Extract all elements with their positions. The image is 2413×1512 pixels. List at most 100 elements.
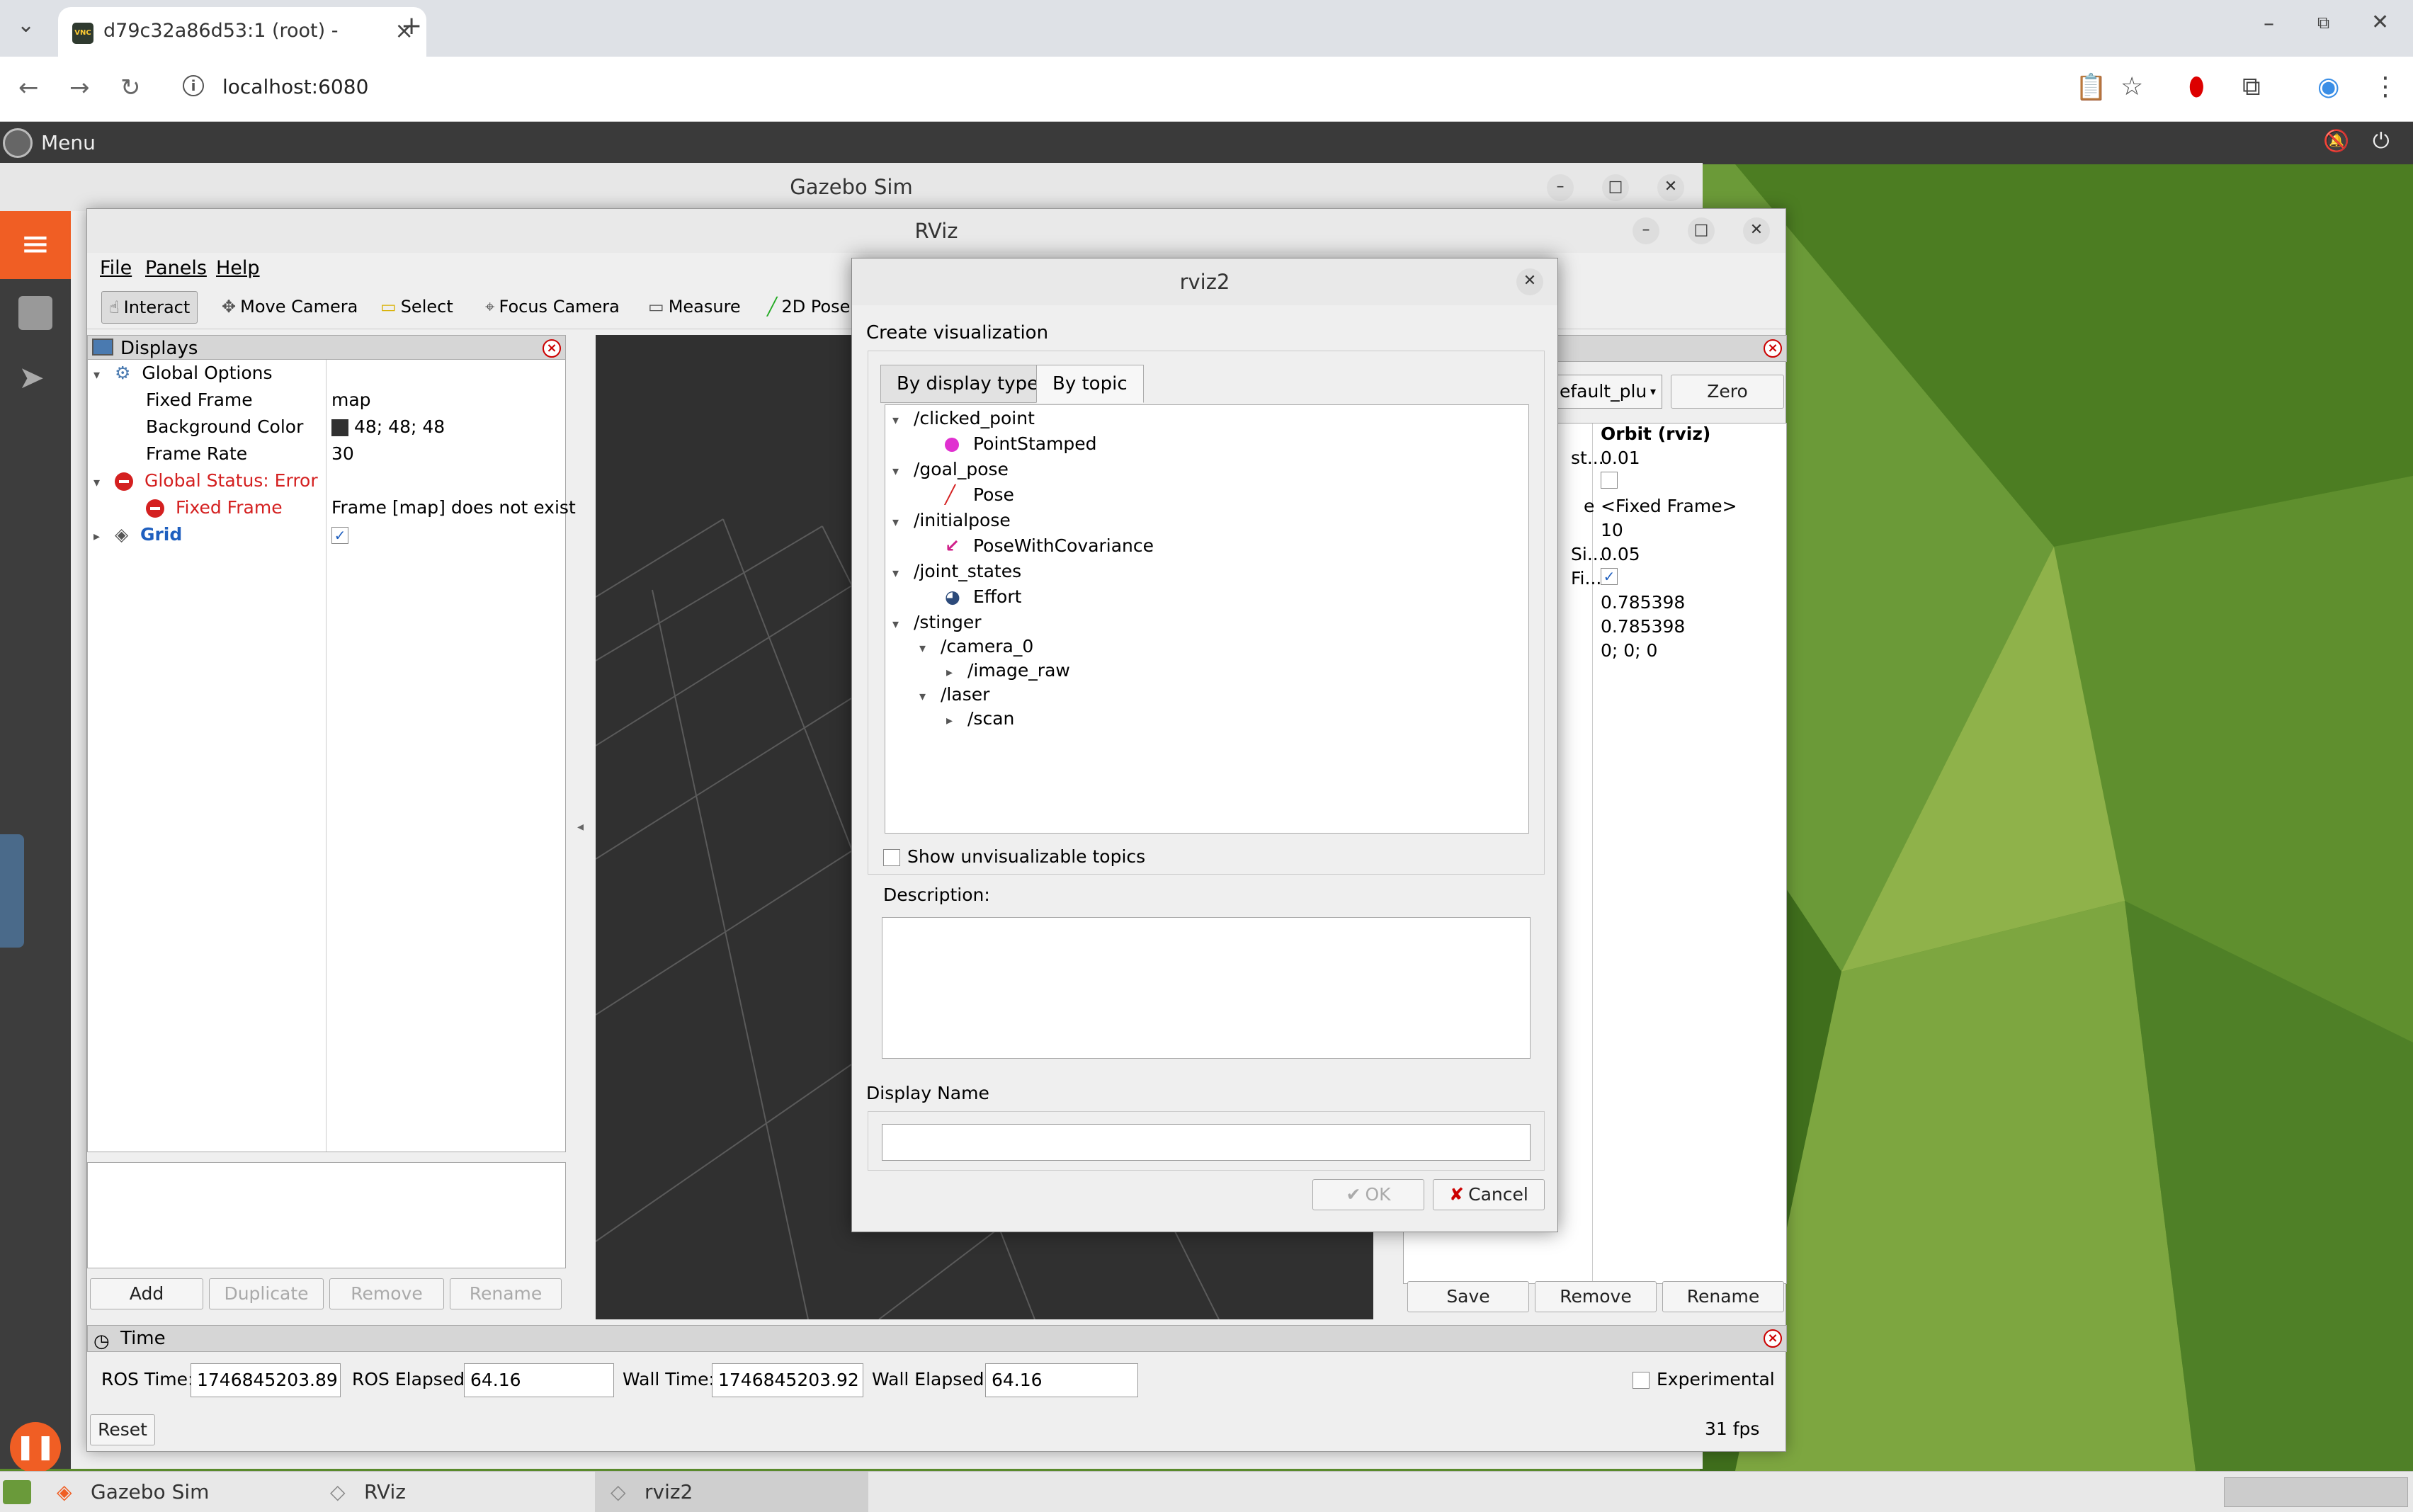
menu-help[interactable]: Help (216, 257, 260, 279)
tool-measure[interactable]: ▭ Measure (641, 291, 748, 324)
displays-close-icon[interactable]: × (543, 339, 561, 358)
tab-search-icon[interactable]: ⌄ (17, 13, 35, 38)
url-field[interactable]: localhost:6080 (222, 75, 368, 98)
focal-shape-fixed-checkbox[interactable]: ✓ (1601, 568, 1618, 585)
focal-shape-size-value[interactable]: 0.05 (1601, 544, 1640, 564)
pitch-value[interactable]: 0.785398 (1601, 616, 1685, 637)
splitter-handle-icon[interactable]: ◂ (577, 819, 584, 834)
display-name-input[interactable] (882, 1124, 1531, 1161)
tab-by-display-type[interactable]: By display type (880, 365, 1055, 403)
remove-view-button[interactable]: Remove (1535, 1281, 1657, 1312)
menu-label[interactable]: Menu (41, 131, 96, 154)
tool-select[interactable]: ▭ Select (373, 291, 460, 324)
extensions-icon[interactable]: ⧉ (2242, 72, 2261, 102)
topic-row-laser[interactable]: ▾/laser (919, 683, 989, 707)
tree-row-global-options[interactable]: ▾ ⚙ Global Options (93, 360, 273, 387)
topic-row-camera-0[interactable]: ▾/camera_0 (919, 635, 1033, 659)
background-color-value[interactable]: 48; 48; 48 (331, 414, 445, 440)
topic-row-scan[interactable]: ▸/scan (946, 707, 1014, 731)
yaw-value[interactable]: 0.785398 (1601, 592, 1685, 613)
topic-row-stinger[interactable]: ▾/stinger (892, 610, 982, 635)
expand-arrow-icon[interactable]: ▾ (93, 362, 115, 389)
rename-view-button[interactable]: Rename (1662, 1281, 1784, 1312)
gazebo-pause-icon[interactable]: ❚❚ (10, 1422, 61, 1473)
gazebo-side-handle[interactable] (0, 834, 24, 948)
tree-row-fixed-frame-error[interactable]: Fixed Frame (146, 494, 283, 521)
topic-row-initialpose[interactable]: ▾/initialpose (892, 508, 1011, 533)
ros-time-field[interactable]: 1746845203.89 (191, 1363, 341, 1397)
grid-enabled-checkbox[interactable]: ✓ (331, 521, 348, 548)
save-view-button[interactable]: Save (1407, 1281, 1529, 1312)
topic-row-image-raw[interactable]: ▸/image_raw (946, 659, 1070, 683)
gazebo-cube-icon[interactable] (18, 296, 52, 330)
notifications-icon[interactable]: 🔕 (2323, 129, 2349, 154)
experimental-checkbox[interactable]: Experimental (1633, 1369, 1775, 1389)
dialog-close-icon[interactable]: ✕ (1516, 268, 1543, 295)
menu-file[interactable]: File (100, 257, 132, 279)
restore-icon[interactable]: ⧉ (2317, 13, 2329, 33)
new-tab-icon[interactable]: + (401, 11, 422, 40)
zero-button[interactable]: Zero (1671, 375, 1784, 409)
distance-value[interactable]: 10 (1601, 520, 1623, 540)
reload-icon[interactable]: ↻ (120, 74, 141, 102)
ros-elapsed-field[interactable]: 64.16 (464, 1363, 614, 1397)
taskbar-rviz[interactable]: ◇ RViz (314, 1472, 591, 1512)
cancel-button[interactable]: ✘ Cancel (1433, 1179, 1545, 1210)
profile-icon[interactable]: ◉ (2317, 72, 2339, 101)
clipboard-icon[interactable]: 📋 (2075, 72, 2107, 102)
back-icon[interactable]: ← (18, 74, 39, 102)
tree-row-fixed-frame[interactable]: Fixed Frame (146, 387, 253, 414)
focal-point-value[interactable]: 0; 0; 0 (1601, 640, 1657, 661)
browser-tab[interactable]: VNC d79c32a86d53:1 (root) - × (58, 7, 426, 57)
gazebo-close-icon[interactable]: ✕ (1657, 174, 1684, 201)
tool-2d-pose[interactable]: ╱ 2D Pose (760, 291, 857, 324)
topic-row-effort[interactable]: ◕ Effort (945, 585, 1021, 609)
expand-arrow-icon[interactable]: ▾ (892, 562, 914, 586)
expand-arrow-icon[interactable]: ▾ (919, 637, 941, 661)
gazebo-maximize-icon[interactable]: □ (1602, 174, 1629, 201)
workspace-switcher[interactable] (2224, 1477, 2408, 1507)
remove-display-button[interactable]: Remove (329, 1278, 444, 1309)
topic-row-clicked-point[interactable]: ▾/clicked_point (892, 407, 1035, 431)
menu-panels[interactable]: Panels (145, 257, 207, 279)
topic-row-goal-pose[interactable]: ▾/goal_pose (892, 457, 1009, 482)
forward-icon[interactable]: → (69, 74, 90, 102)
expand-arrow-icon[interactable]: ▾ (93, 470, 115, 496)
topic-row-pose[interactable]: ╱ Pose (945, 483, 1014, 507)
opera-extension-icon[interactable]: ⬮ (2188, 72, 2205, 102)
gazebo-minimize-icon[interactable]: – (1547, 174, 1574, 201)
tool-interact[interactable]: ☝ Interact (101, 291, 198, 324)
tree-row-frame-rate[interactable]: Frame Rate (146, 440, 247, 467)
expand-arrow-icon[interactable]: ▾ (892, 409, 914, 433)
frame-rate-value[interactable]: 30 (331, 440, 354, 467)
tree-row-grid[interactable]: ▸ ◈ Grid (93, 521, 182, 548)
wall-time-field[interactable]: 1746845203.92 (712, 1363, 863, 1397)
expand-arrow-icon[interactable]: ▾ (892, 613, 914, 637)
rename-display-button[interactable]: Rename (450, 1278, 562, 1309)
near-clip-value[interactable]: 0.01 (1601, 448, 1640, 468)
tab-by-topic[interactable]: By topic (1036, 365, 1144, 403)
rviz-close-icon[interactable]: ✕ (1743, 217, 1770, 244)
expand-arrow-icon[interactable]: ▾ (919, 685, 941, 709)
add-display-button[interactable]: Add (90, 1278, 203, 1309)
gazebo-select-arrow-icon[interactable]: ➤ (18, 360, 45, 396)
collapse-arrow-icon[interactable]: ▸ (93, 523, 115, 550)
topic-row-joint-states[interactable]: ▾/joint_states (892, 559, 1021, 584)
tool-focus-camera[interactable]: ⌖ Focus Camera (478, 291, 627, 324)
reset-button[interactable]: Reset (90, 1414, 155, 1445)
expand-arrow-icon[interactable]: ▾ (892, 460, 914, 484)
taskbar-gazebo[interactable]: ◈ Gazebo Sim (41, 1472, 310, 1512)
rviz-minimize-icon[interactable]: – (1633, 217, 1659, 244)
ok-button[interactable]: ✔ OK (1312, 1179, 1424, 1210)
view-type-combo[interactable]: efault_plu ▾ (1556, 375, 1662, 409)
collapse-arrow-icon[interactable]: ▸ (946, 661, 967, 685)
views-close-icon[interactable]: × (1764, 339, 1782, 358)
tree-row-global-status[interactable]: ▾ Global Status: Error (93, 467, 318, 494)
fixed-frame-value[interactable]: map (331, 387, 371, 414)
show-unvisualizable-checkbox[interactable]: Show unvisualizable topics (883, 846, 1145, 867)
expand-arrow-icon[interactable]: ▾ (892, 511, 914, 535)
taskbar-rviz2[interactable]: ◇ rviz2 (595, 1472, 868, 1512)
close-window-icon[interactable]: ✕ (2371, 10, 2389, 35)
topic-row-posewithcovariance[interactable]: ↙ PoseWithCovariance (945, 534, 1154, 558)
tree-row-background-color[interactable]: Background Color (146, 414, 303, 440)
